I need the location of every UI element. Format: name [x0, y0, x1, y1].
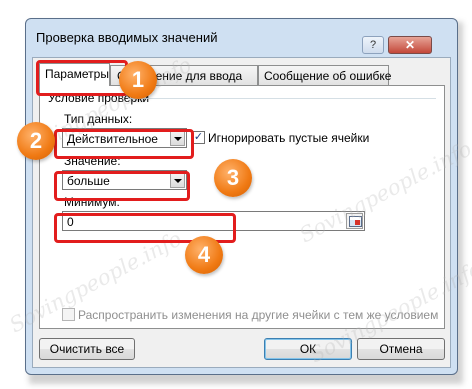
- tab-parameters-label: Параметры: [45, 67, 109, 81]
- tab-parameters[interactable]: Параметры: [39, 63, 110, 86]
- parameters-panel: Условие проверки Тип данных: Действитель…: [39, 85, 445, 329]
- callout-badge-3: 3: [214, 159, 252, 197]
- group-divider: [128, 98, 436, 99]
- callout-highlight-value: [54, 171, 190, 201]
- tab-error-alert-label: Сообщение об ошибке: [264, 69, 392, 83]
- callout-badge-1: 1: [119, 61, 157, 99]
- apply-to-all-label: Распространить изменения на другие ячейк…: [78, 308, 439, 322]
- apply-to-all-checkbox: [62, 308, 75, 321]
- title-bar[interactable]: Проверка вводимых значений ? ✕: [26, 19, 457, 54]
- help-button[interactable]: ?: [362, 36, 384, 54]
- clear-all-button[interactable]: Очистить все: [39, 338, 135, 360]
- callout-badge-4: 4: [185, 236, 223, 274]
- data-type-label: Тип данных:: [64, 112, 133, 126]
- tab-error-alert[interactable]: Сообщение об ошибке: [258, 65, 392, 85]
- dialog-title: Проверка вводимых значений: [36, 30, 218, 45]
- range-select-icon[interactable]: [346, 213, 363, 229]
- cancel-button[interactable]: Отмена: [357, 338, 445, 360]
- callout-badge-2: 2: [17, 122, 55, 160]
- close-button[interactable]: ✕: [388, 36, 432, 54]
- callout-highlight-data-type: [54, 129, 194, 159]
- ok-button[interactable]: ОК: [264, 338, 352, 360]
- ignore-blank-label[interactable]: Игнорировать пустые ячейки: [208, 131, 369, 145]
